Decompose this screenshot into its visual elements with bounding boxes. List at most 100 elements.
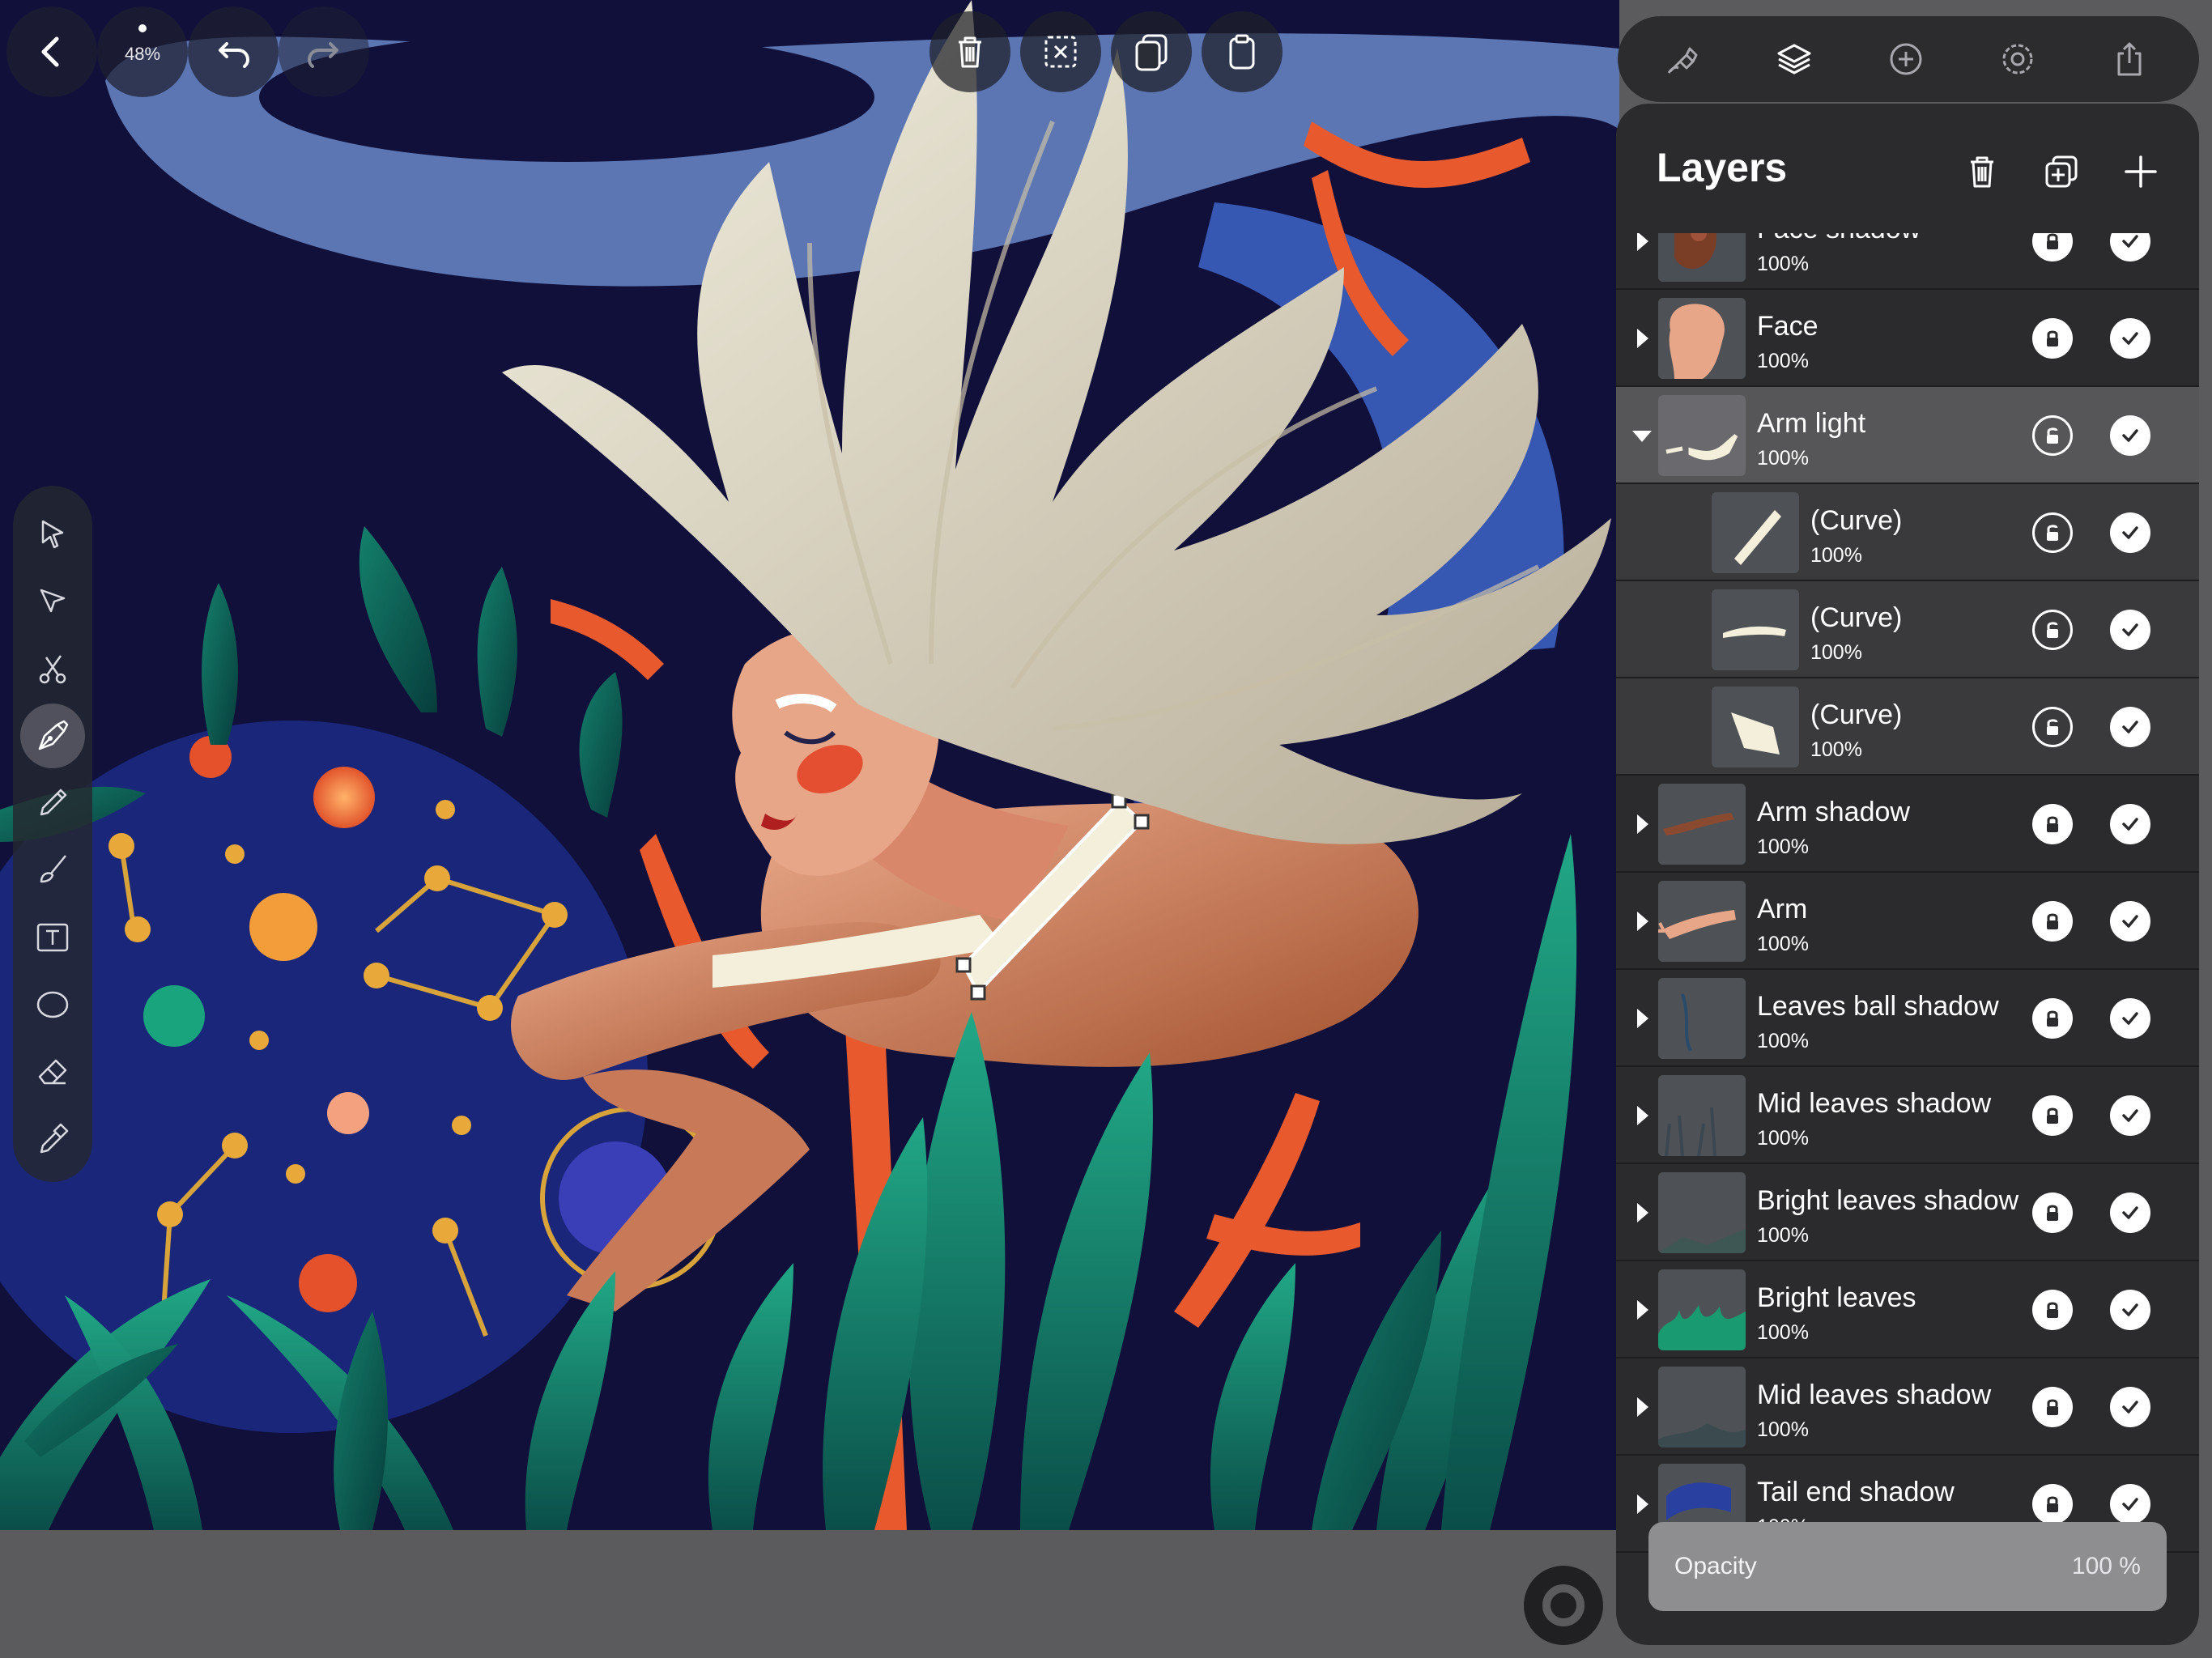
add-layer-button[interactable] <box>2115 146 2167 198</box>
layer-lock-toggle[interactable] <box>2032 1290 2073 1330</box>
expand-layer-toggle[interactable] <box>1629 1005 1655 1031</box>
layer-thumbnail <box>1658 881 1746 962</box>
artwork-canvas[interactable] <box>0 0 1619 1530</box>
layer-visibility-toggle[interactable] <box>2110 804 2150 844</box>
layer-row[interactable]: Bright leaves 100% <box>1616 1261 2199 1358</box>
layer-name: (Curve) <box>1810 699 1903 730</box>
layer-opacity: 100% <box>1810 544 1862 567</box>
expand-layer-toggle[interactable] <box>1629 325 1655 351</box>
layer-visibility-toggle[interactable] <box>2110 610 2150 650</box>
duplicate-button[interactable] <box>1111 11 1192 92</box>
layer-row[interactable]: Arm shadow 100% <box>1616 776 2199 873</box>
node-tool[interactable] <box>20 569 85 634</box>
layer-name: Face shadow <box>1757 233 1921 245</box>
layer-row-child[interactable]: (Curve) 100% <box>1616 581 2199 678</box>
layer-row[interactable]: Bright leaves shadow 100% <box>1616 1164 2199 1261</box>
lock-open-icon <box>2047 622 2058 638</box>
layer-row[interactable]: Mid leaves shadow 100% <box>1616 1358 2199 1456</box>
expand-layer-toggle[interactable] <box>1629 423 1655 449</box>
layers-panel: Layers Face shadow 100% Face 100% Arm light 1… <box>1616 104 2199 1645</box>
layer-lock-toggle[interactable] <box>2032 610 2073 650</box>
layer-visibility-toggle[interactable] <box>2110 318 2150 359</box>
deselect-button[interactable] <box>1020 11 1101 92</box>
disclosure-collapsed-icon <box>1637 1009 1648 1028</box>
eraser-tool[interactable] <box>20 1039 85 1104</box>
layer-lock-toggle[interactable] <box>2032 901 2073 942</box>
layer-row[interactable]: Arm 100% <box>1616 873 2199 970</box>
pen-tool[interactable] <box>20 704 85 768</box>
expand-layer-toggle[interactable] <box>1629 233 1655 254</box>
layer-lock-toggle[interactable] <box>2032 1192 2073 1233</box>
style-tab-button[interactable] <box>1650 27 1715 91</box>
layer-visibility-toggle[interactable] <box>2110 1192 2150 1233</box>
layer-row-child[interactable]: (Curve) 100% <box>1616 678 2199 776</box>
layer-visibility-toggle[interactable] <box>2110 1095 2150 1136</box>
layer-row[interactable]: Face 100% <box>1616 290 2199 387</box>
layer-visibility-toggle[interactable] <box>2110 901 2150 942</box>
zoom-button[interactable]: 48% <box>97 6 188 97</box>
delete-layer-button[interactable] <box>1956 146 2008 198</box>
layer-name: Arm light <box>1757 408 1866 439</box>
layer-lock-toggle[interactable] <box>2032 804 2073 844</box>
expand-layer-toggle[interactable] <box>1629 1297 1655 1323</box>
selection-tool[interactable] <box>20 502 85 567</box>
expand-layer-toggle[interactable] <box>1629 1200 1655 1226</box>
layer-row[interactable]: Face shadow 100% <box>1616 233 2199 290</box>
eyedropper-tool[interactable] <box>20 1107 85 1171</box>
undo-button[interactable] <box>188 6 279 97</box>
expand-layer-toggle[interactable] <box>1629 908 1655 934</box>
paste-button[interactable] <box>1202 11 1283 92</box>
brush-tool[interactable] <box>20 838 85 903</box>
layers-tab-button[interactable] <box>1762 27 1827 91</box>
layer-row-child[interactable]: (Curve) 100% <box>1616 484 2199 581</box>
layer-visibility-toggle[interactable] <box>2110 1484 2150 1524</box>
layer-opacity: 100% <box>1757 835 1809 858</box>
layer-opacity: 100% <box>1810 641 1862 664</box>
record-button[interactable] <box>1524 1566 1603 1645</box>
layer-lock-toggle[interactable] <box>2032 318 2073 359</box>
layer-visibility-toggle[interactable] <box>2110 233 2150 261</box>
lock-closed-icon <box>2047 330 2058 346</box>
layer-row[interactable]: Mid leaves shadow 100% <box>1616 1067 2199 1164</box>
opacity-slider[interactable]: Opacity 100 % <box>1648 1522 2167 1611</box>
layer-list[interactable]: Face shadow100%Face100%Arm light100%(Cur… <box>1616 233 2199 1609</box>
layer-row[interactable]: Leaves ball shadow 100% <box>1616 970 2199 1067</box>
layer-visibility-toggle[interactable] <box>2110 1387 2150 1427</box>
settings-tab-button[interactable] <box>1985 27 2050 91</box>
scissors-tool[interactable] <box>20 636 85 701</box>
redo-button[interactable] <box>279 6 369 97</box>
layer-lock-toggle[interactable] <box>2032 1484 2073 1524</box>
duplicate-layer-button[interactable] <box>2035 146 2087 198</box>
zoom-level: 48% <box>124 44 161 64</box>
layer-visibility-toggle[interactable] <box>2110 512 2150 553</box>
add-tab-button[interactable] <box>1874 27 1938 91</box>
lock-closed-icon <box>2047 233 2058 249</box>
layer-lock-toggle[interactable] <box>2032 1387 2073 1427</box>
layer-lock-toggle[interactable] <box>2032 233 2073 261</box>
layer-lock-toggle[interactable] <box>2032 1095 2073 1136</box>
share-tab-button[interactable] <box>2097 27 2162 91</box>
expand-layer-toggle[interactable] <box>1629 1394 1655 1420</box>
layer-visibility-toggle[interactable] <box>2110 998 2150 1039</box>
layer-lock-toggle[interactable] <box>2032 415 2073 456</box>
expand-layer-toggle[interactable] <box>1629 1103 1655 1129</box>
layer-lock-toggle[interactable] <box>2032 512 2073 553</box>
expand-layer-toggle[interactable] <box>1629 811 1655 837</box>
text-tool[interactable] <box>20 905 85 970</box>
layer-lock-toggle[interactable] <box>2032 998 2073 1039</box>
layer-visibility-toggle[interactable] <box>2110 1290 2150 1330</box>
layer-lock-toggle[interactable] <box>2032 707 2073 747</box>
layers-icon <box>1777 44 1811 74</box>
layer-opacity: 100% <box>1757 350 1809 372</box>
checkmark-icon <box>2122 332 2138 345</box>
disclosure-collapsed-icon <box>1637 1300 1648 1320</box>
expand-layer-toggle[interactable] <box>1629 1491 1655 1517</box>
layer-opacity: 100% <box>1757 253 1809 275</box>
layer-row[interactable]: Arm light 100% <box>1616 387 2199 484</box>
back-button[interactable] <box>6 6 97 97</box>
shape-tool[interactable] <box>20 972 85 1037</box>
pencil-tool[interactable] <box>20 771 85 835</box>
delete-selection-button[interactable] <box>929 11 1010 92</box>
layer-visibility-toggle[interactable] <box>2110 707 2150 747</box>
layer-visibility-toggle[interactable] <box>2110 415 2150 456</box>
